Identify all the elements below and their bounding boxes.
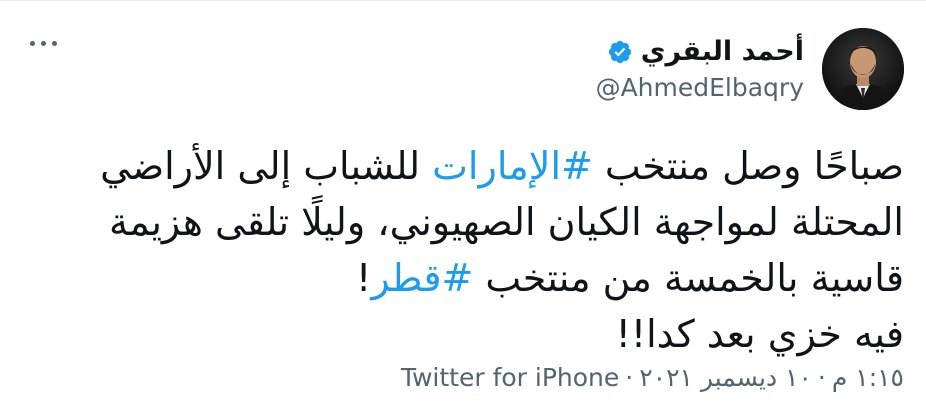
more-dot (41, 41, 46, 46)
hashtag-link[interactable]: #قطر (371, 256, 473, 300)
tweet-source[interactable]: Twitter for iPhone (401, 363, 619, 392)
tweet-text: صباحًا وصل منتخب #الإمارات للشباب إلى ال… (44, 138, 904, 362)
avatar[interactable] (822, 28, 904, 110)
more-options-icon[interactable] (30, 41, 57, 46)
author-display-name[interactable]: أحمد البقري (641, 36, 804, 67)
tweet-line: قاسية بالخمسة من منتخب #قطر! (44, 250, 904, 306)
hashtag-link[interactable]: #الإمارات (432, 144, 593, 188)
tweet-text-segment: قاسية بالخمسة من منتخب (473, 256, 904, 300)
tweet-time[interactable]: ١:١٥ م (832, 363, 904, 392)
meta-separator: · (625, 363, 634, 392)
tweet-text-segment: ! (355, 256, 372, 300)
tweet-text-segment: صباحًا وصل منتخب (592, 144, 904, 188)
tweet-date[interactable]: ١٠ ديسمبر ٢٠٢١ (639, 363, 812, 392)
avatar-photo (822, 28, 904, 110)
verified-badge-icon (607, 39, 633, 65)
author-handle[interactable]: @AhmedElbaqry (596, 73, 804, 102)
meta-separator: · (817, 363, 826, 392)
author-name-row: أحمد البقري (607, 36, 804, 67)
more-dot (52, 41, 57, 46)
tweet-line: فيه خزي بعد كدا!! (615, 312, 904, 356)
tweet-text-segment: للشباب إلى الأراضي (100, 144, 433, 188)
tweet-line: المحتلة لمواجهة الكيان الصهيوني، وليلًا … (109, 200, 904, 244)
more-dot (30, 41, 35, 46)
tweet-meta: ١:١٥ م · ١٠ ديسمبر ٢٠٢١ · Twitter for iP… (401, 363, 904, 392)
tweet-card: أحمد البقري @AhmedElbaqry صباحًا وصل منت… (0, 0, 926, 408)
tweet-line: صباحًا وصل منتخب #الإمارات للشباب إلى ال… (44, 138, 904, 194)
